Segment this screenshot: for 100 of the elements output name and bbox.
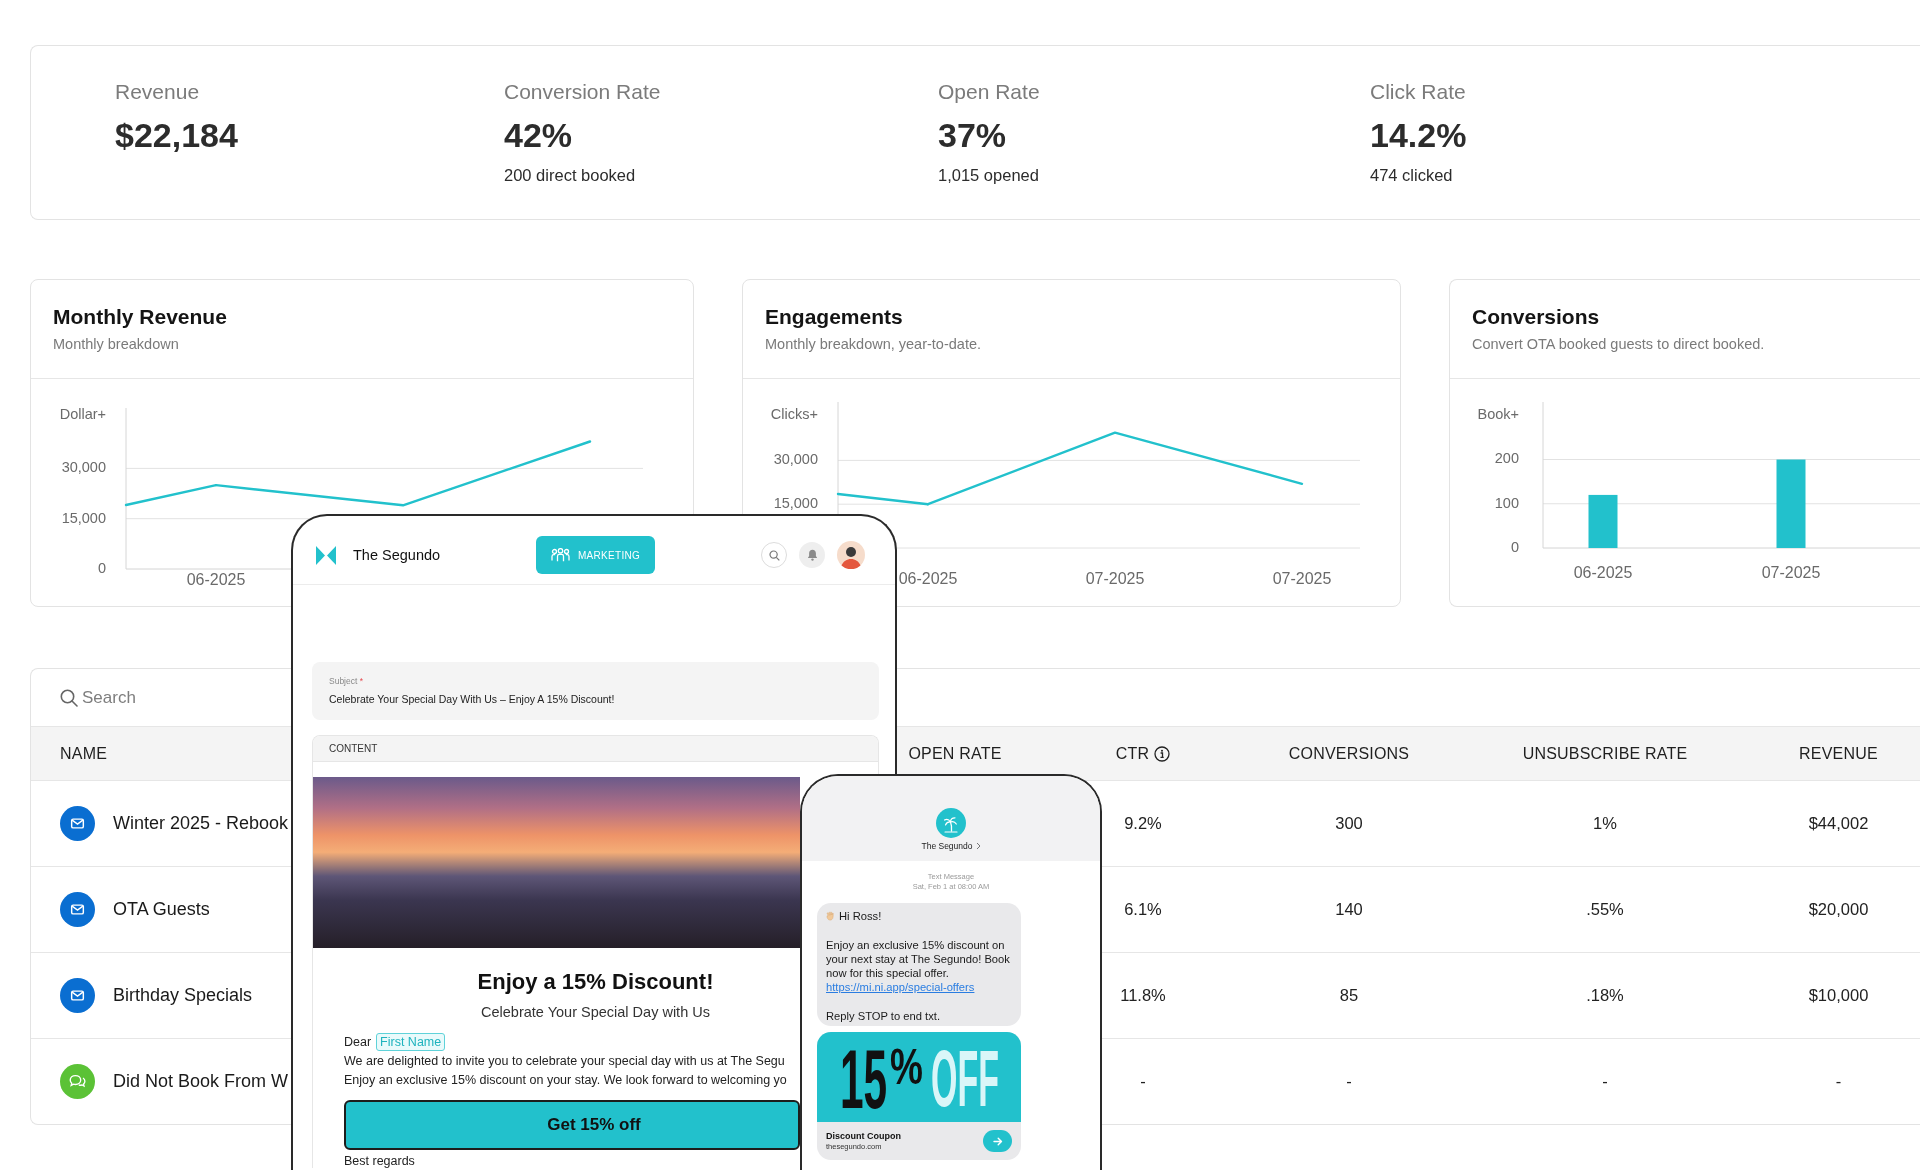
table-cell: - [1346, 1072, 1352, 1091]
tick-label: 15,000 [61, 509, 106, 526]
campaign-name: Did Not Book From W [113, 1071, 289, 1092]
tick-label: 07-2025 [1272, 570, 1332, 588]
chat-icon [60, 1064, 95, 1099]
people-icon [550, 548, 570, 562]
bell-icon [806, 549, 818, 561]
column-header: UNSUBSCRIBE RATE [1522, 744, 1688, 763]
card-subtitle: Monthly breakdown [53, 335, 179, 353]
table-cell: .55% [1586, 900, 1624, 919]
coupon-number: 15 [840, 1037, 888, 1122]
email-headline: Enjoy a 15% Discount! [477, 968, 714, 996]
card-title: Monthly Revenue [53, 304, 227, 330]
search-field[interactable]: Search [82, 685, 232, 710]
brand-name: The Segundo [353, 547, 441, 563]
stat-value: 42% [504, 115, 573, 155]
salutation-text: Dear [344, 1035, 372, 1049]
column-header: OPEN RATE [908, 744, 1002, 763]
tick-label: 30,000 [61, 459, 106, 476]
merge-tag: First Name [376, 1033, 446, 1051]
table-cell: 140 [1335, 900, 1363, 919]
table-cell: 85 [1339, 986, 1359, 1005]
chart-bar [1588, 494, 1618, 548]
search-button[interactable] [761, 542, 787, 568]
email-body-text: We are delighted to invite you to celebrate your special day with us at The Segu Enjoy an exclusive 15% discount on your stay. We look forward to welcoming yo [344, 1053, 787, 1089]
message-link[interactable]: https://mi.ni.app/special-offers [826, 980, 975, 995]
tick-label: 30,000 [773, 451, 818, 468]
hand-icon [826, 910, 836, 922]
table-cell: 11.8% [1120, 986, 1166, 1005]
message-text: Enjoy an exclusive 15% discount on your next stay at The Segundo! Book now for this special offer. [826, 937, 1011, 981]
tick-label: 100 [1494, 494, 1519, 511]
cta-button[interactable]: Get 15% off [344, 1100, 800, 1150]
field-label: Subject * [329, 676, 364, 687]
notifications-button[interactable] [799, 542, 825, 568]
axis-title: Dollar+ [59, 405, 106, 422]
mail-icon [60, 892, 95, 927]
mail-icon [60, 978, 95, 1013]
arrow-icon [992, 1136, 1003, 1146]
arrow-button[interactable] [983, 1130, 1012, 1153]
stat-value: $22,184 [115, 115, 238, 155]
card-title: Engagements [765, 304, 903, 330]
search-icon [60, 688, 78, 707]
closing-text: Best regards [344, 1154, 415, 1168]
tick-label: 06-2025 [898, 570, 958, 588]
table-cell: - [1602, 1072, 1608, 1091]
axis-title: Clicks+ [770, 405, 818, 422]
axis-title: Book+ [1477, 405, 1519, 422]
stat-detail: 200 direct booked [504, 165, 636, 185]
tick-label: 07-2025 [1085, 570, 1145, 588]
table-cell: 9.2% [1124, 814, 1162, 833]
tick-label: 06-2025 [1573, 564, 1633, 582]
column-header: REVENUE [1799, 744, 1878, 763]
table-cell: $44,002 [1808, 814, 1869, 833]
stat-detail: 1,015 opened [938, 165, 1039, 185]
tick-label: 0 [1510, 538, 1519, 555]
mail-icon [60, 806, 95, 841]
card-title: Conversions [1472, 304, 1600, 330]
field-value: Celebrate Your Special Day With Us – Enjoy A 15% Discount! [329, 692, 615, 706]
column-header: CTR [1115, 744, 1150, 763]
tick-label: 15,000 [773, 495, 818, 512]
table-cell: 300 [1335, 814, 1363, 833]
coupon-percent: % [890, 1042, 924, 1093]
table-cell: $20,000 [1808, 900, 1869, 919]
stat-detail: 474 clicked [1370, 165, 1453, 185]
card-subtitle: Convert OTA booked guests to direct booked. [1472, 335, 1765, 353]
greeting-text: Hi Ross! [839, 909, 882, 924]
tick-label: 07-2025 [1761, 564, 1821, 582]
campaign-name: Winter 2025 - Rebook [113, 813, 289, 834]
tick-label: 0 [97, 559, 106, 576]
coupon-title: Discount Coupon [826, 1130, 901, 1142]
search-icon [768, 549, 780, 561]
stat-label: Conversion Rate [504, 79, 661, 105]
table-cell: - [1835, 1072, 1842, 1091]
info-icon[interactable] [1154, 745, 1171, 762]
table-cell: - [1140, 1072, 1146, 1091]
section-header: CONTENT [313, 736, 878, 762]
table-cell: $10,000 [1808, 986, 1869, 1005]
campaign-name: Birthday Specials [113, 985, 253, 1006]
card-subtitle: Monthly breakdown, year-to-date. [765, 335, 981, 353]
column-header: NAME [60, 744, 108, 763]
tick-label: 06-2025 [186, 571, 246, 589]
message-text: Reply STOP to end txt. [826, 1009, 940, 1024]
subject-field[interactable]: Subject * Celebrate Your Special Day With Us – Enjoy A 15% Discount! [312, 662, 879, 720]
sender-name[interactable]: The Segundo [921, 840, 973, 852]
stat-label: Click Rate [1370, 79, 1466, 105]
coupon-word: OFF [930, 1039, 999, 1120]
palm-badge-icon [936, 808, 966, 838]
stat-value: 37% [938, 115, 1007, 155]
tick-label: 200 [1494, 450, 1519, 467]
table-cell: 1% [1593, 814, 1617, 833]
column-header: CONVERSIONS [1288, 744, 1410, 763]
stat-label: Revenue [115, 79, 200, 105]
stat-label: Open Rate [938, 79, 1040, 105]
stat-value: 14.2% [1370, 115, 1467, 155]
avatar-icon[interactable] [837, 541, 865, 569]
email-subheadline: Celebrate Your Special Day with Us [481, 1003, 710, 1021]
table-cell: .18% [1586, 986, 1624, 1005]
table-cell: 6.1% [1124, 900, 1162, 919]
bowtie-icon [316, 545, 336, 565]
campaign-name: OTA Guests [113, 899, 210, 920]
